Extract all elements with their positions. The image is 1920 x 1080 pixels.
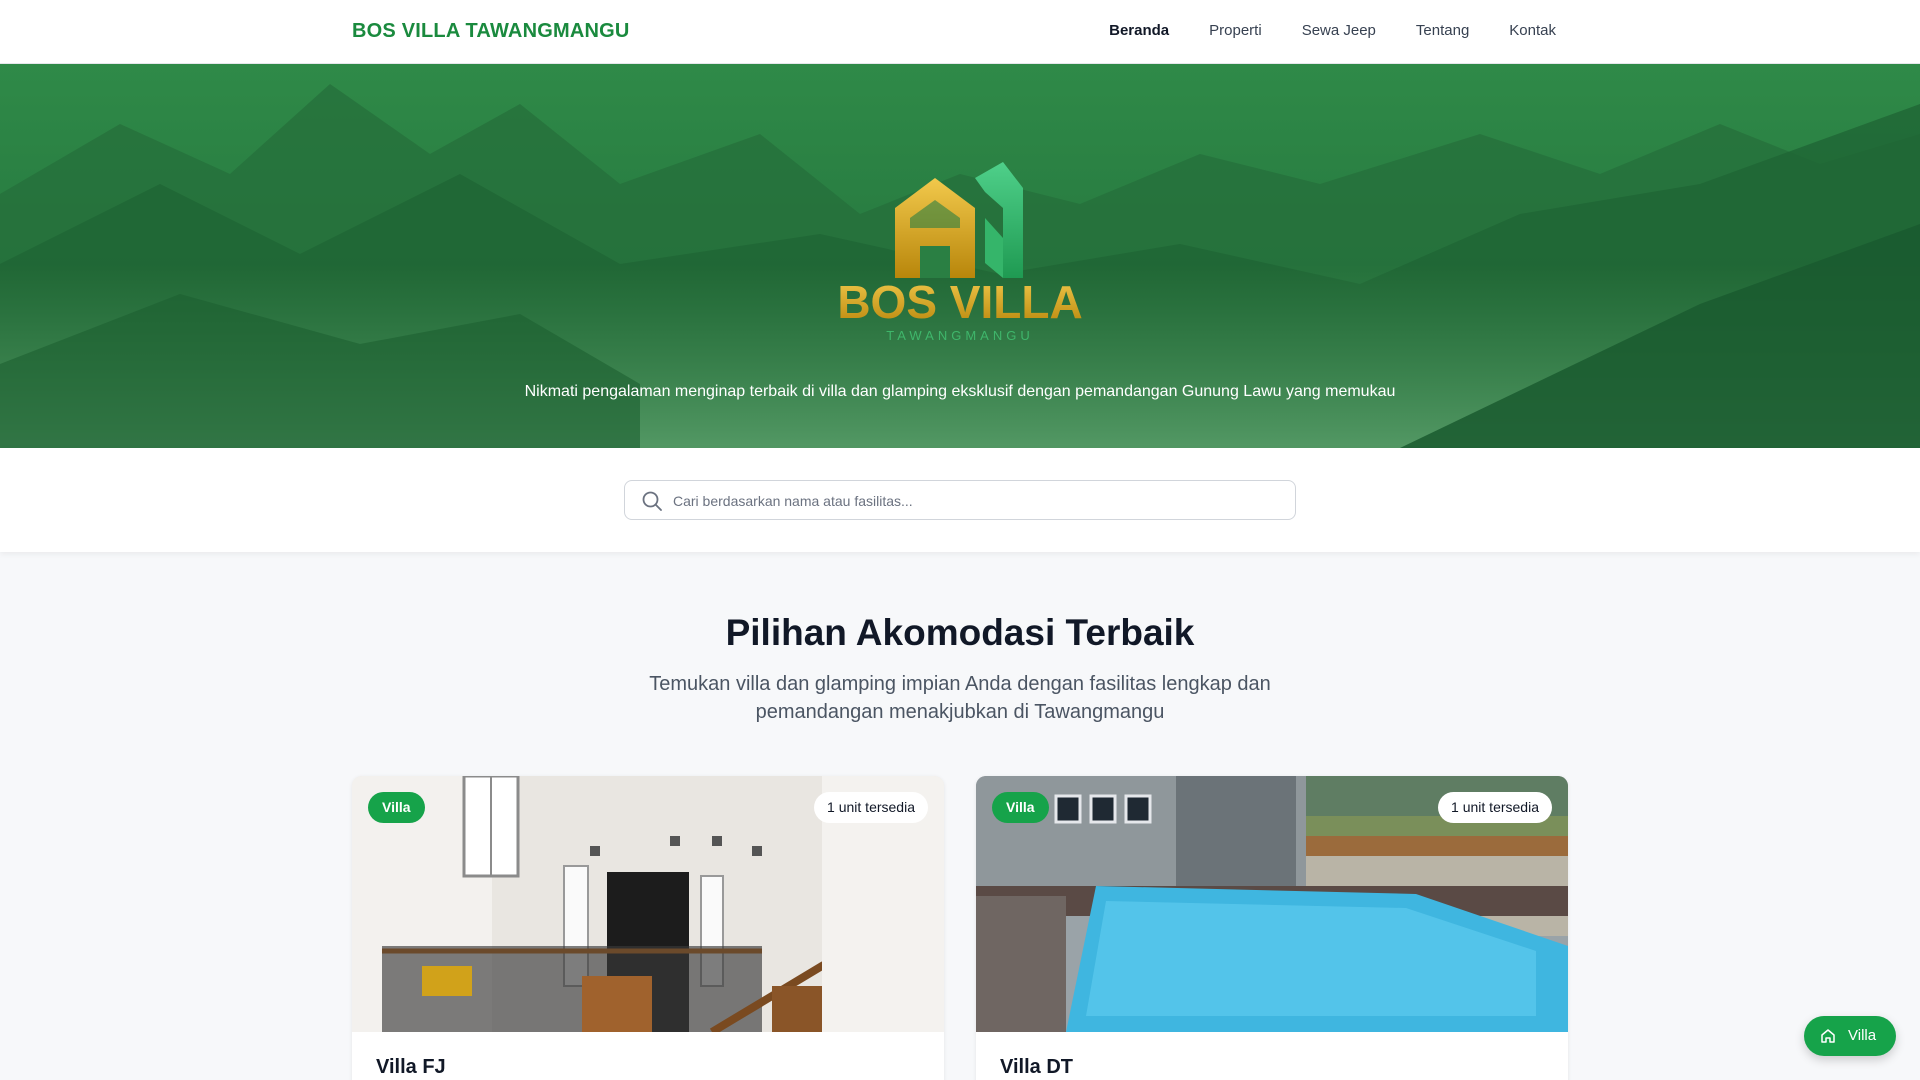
- property-type-badge: Villa: [992, 792, 1049, 823]
- nav-item-beranda[interactable]: Beranda: [1109, 22, 1169, 39]
- main-menu: Beranda Properti Sewa Jeep Tentang Konta…: [1109, 22, 1556, 39]
- availability-badge: 1 unit tersedia: [1438, 792, 1552, 823]
- bos-villa-logo: BOS VILLA TAWANGMANGU: [837, 162, 1083, 343]
- home-icon: [1821, 1029, 1835, 1043]
- hero-banner: BOS VILLA TAWANGMANGU Nikmati pengalaman…: [0, 64, 1920, 448]
- villa-filter-button[interactable]: Villa: [1804, 1016, 1896, 1056]
- property-name[interactable]: Villa FJ: [376, 1056, 446, 1079]
- search-input[interactable]: [673, 487, 1273, 515]
- section-title: Pilihan Akomodasi Terbaik: [725, 612, 1195, 653]
- villa-filter-label: Villa: [1848, 1027, 1877, 1044]
- brand-logo-text[interactable]: BOS VILLA TAWANGMANGU: [352, 20, 630, 43]
- nav-item-sewa-jeep[interactable]: Sewa Jeep: [1302, 22, 1376, 39]
- section-subtitle: Temukan villa dan glamping impian Anda d…: [649, 673, 1271, 723]
- availability-badge: 1 unit tersedia: [814, 792, 928, 823]
- search-section: [0, 448, 1920, 552]
- nav-item-properti[interactable]: Properti: [1209, 22, 1262, 39]
- logo-wordmark: BOS VILLA: [837, 276, 1082, 328]
- navbar: BOS VILLA TAWANGMANGU Beranda Properti S…: [0, 0, 1920, 64]
- property-type-badge: Villa: [368, 792, 425, 823]
- search-icon: [642, 491, 662, 511]
- search-box[interactable]: [624, 480, 1296, 520]
- nav-item-tentang[interactable]: Tentang: [1416, 22, 1469, 39]
- property-name[interactable]: Villa DT: [1000, 1056, 1073, 1079]
- property-card-villa-dt[interactable]: Villa 1 unit tersedia Villa DT: [976, 776, 1568, 1080]
- hero-subtitle: Nikmati pengalaman menginap terbaik di v…: [524, 383, 1396, 400]
- property-card-villa-fj[interactable]: Villa 1 unit tersedia Villa FJ: [352, 776, 944, 1080]
- nav-item-kontak[interactable]: Kontak: [1509, 22, 1556, 39]
- logo-subtext: TAWANGMANGU: [886, 328, 1034, 343]
